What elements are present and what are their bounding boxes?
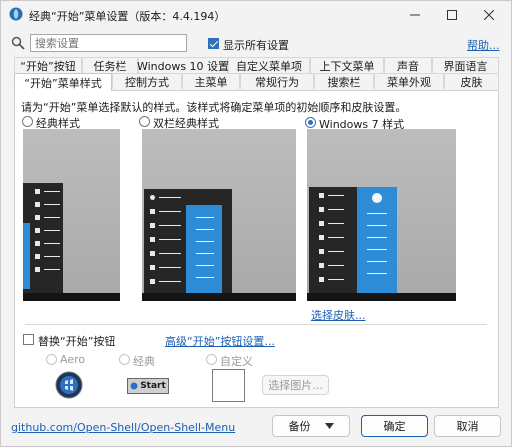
- custom-button-label: 自定义: [220, 355, 253, 368]
- tab-controls[interactable]: 控制方式: [112, 73, 182, 89]
- style-instruction: 请为“开始”菜单选择默认的样式。该样式将确定菜单项的初始顺序和皮肤设置。: [21, 101, 407, 114]
- show-all-settings-label: 显示所有设置: [223, 39, 289, 52]
- custom-image-preview: [212, 369, 245, 402]
- classic-style-radio[interactable]: [22, 116, 33, 127]
- app-shell-icon: [9, 7, 23, 21]
- tab-sounds[interactable]: 声音: [384, 57, 432, 73]
- two-column-style-radio[interactable]: [139, 116, 150, 127]
- user-avatar: [372, 193, 382, 203]
- windows7-style-radio[interactable]: [305, 117, 316, 128]
- chevron-down-icon: [324, 423, 334, 429]
- aero-button-label: Aero: [60, 353, 86, 366]
- taskbar: [307, 293, 456, 301]
- windows7-style-preview[interactable]: [307, 129, 456, 301]
- search-icon: [11, 36, 25, 50]
- tab-start-button[interactable]: “开始”按钮: [14, 57, 82, 73]
- close-icon[interactable]: [469, 1, 509, 29]
- tab-main-menu[interactable]: 主菜单: [182, 73, 240, 89]
- tab-search-box[interactable]: 搜索栏: [314, 73, 374, 89]
- aero-button-radio[interactable]: [46, 354, 57, 365]
- classic-menu-sidebar: [23, 223, 30, 289]
- tab-taskbar[interactable]: 任务栏: [82, 57, 138, 73]
- custom-button-radio[interactable]: [206, 354, 217, 365]
- windows7-menu-right: [357, 187, 397, 293]
- tab-menu-look[interactable]: 菜单外观: [374, 73, 444, 89]
- cancel-button[interactable]: 取消: [434, 415, 501, 437]
- two-column-menu-right: [186, 205, 222, 293]
- aero-orb-icon: [55, 371, 83, 399]
- help-link[interactable]: 帮助...: [467, 37, 500, 53]
- github-link[interactable]: github.com/Open-Shell/Open-Shell-Menu: [11, 421, 235, 434]
- backup-button[interactable]: 备份: [272, 415, 350, 437]
- replace-start-button-checkbox[interactable]: [23, 334, 34, 345]
- show-all-settings-checkbox[interactable]: [208, 38, 219, 49]
- title-bar[interactable]: 经典“开始”菜单设置（版本：4.4.194）: [1, 1, 511, 29]
- tab-general-behavior[interactable]: 常规行为: [240, 73, 314, 89]
- classic-button-label: 经典: [133, 355, 155, 368]
- section-divider: [25, 324, 487, 325]
- classic-style-preview[interactable]: [23, 129, 120, 301]
- tab-language[interactable]: 界面语言: [432, 57, 499, 73]
- settings-window: 经典“开始”菜单设置（版本：4.4.194） 显示所有设置 帮助... “开始”…: [0, 0, 512, 447]
- tab-windows10-settings[interactable]: Windows 10 设置: [137, 57, 229, 73]
- taskbar: [142, 293, 296, 301]
- window-title: 经典“开始”菜单设置（版本：4.4.194）: [29, 10, 226, 23]
- minimize-icon[interactable]: [395, 1, 435, 29]
- tab-custom-menu-items[interactable]: 自定义菜单项: [228, 57, 310, 73]
- classic-menu-panel: [23, 183, 63, 293]
- tab-menu-style[interactable]: “开始”菜单样式: [14, 73, 112, 91]
- two-column-style-preview[interactable]: [142, 129, 296, 301]
- windows-flag-icon: [130, 382, 138, 390]
- pick-image-button[interactable]: 选择图片...: [262, 375, 329, 395]
- windows7-menu-left: [309, 187, 357, 293]
- tab-context-menu[interactable]: 上下文菜单: [310, 57, 384, 73]
- replace-start-button-label: 替换“开始”按钮: [38, 335, 116, 348]
- select-skin-link[interactable]: 选择皮肤...: [311, 307, 366, 323]
- tab-skin[interactable]: 皮肤: [444, 73, 499, 89]
- classic-start-button-preview: Start: [127, 378, 169, 394]
- ok-button[interactable]: 确定: [361, 415, 428, 437]
- classic-button-radio[interactable]: [119, 354, 130, 365]
- search-input[interactable]: [30, 34, 187, 52]
- taskbar: [23, 293, 120, 301]
- advanced-start-button-link[interactable]: 高级“开始”按钮设置...: [165, 333, 275, 349]
- maximize-icon[interactable]: [432, 1, 472, 29]
